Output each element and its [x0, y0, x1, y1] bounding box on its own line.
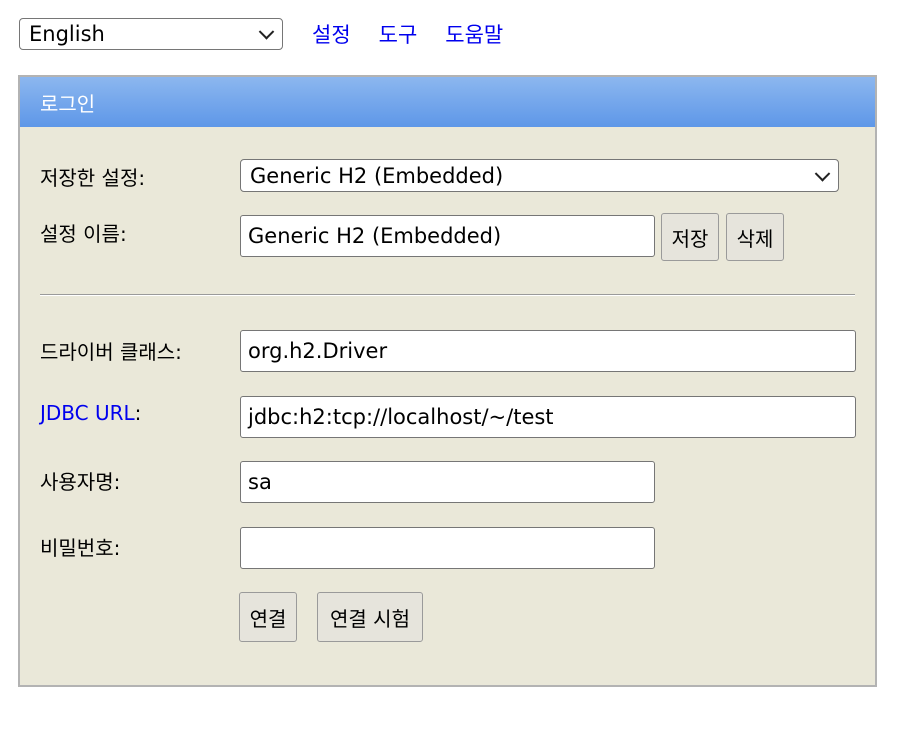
- driver-class-label: 드라이버 클래스:: [40, 340, 182, 364]
- jdbc-url-label-suffix: :: [134, 401, 142, 425]
- top-bar: English 설정 도구 도움말: [19, 16, 503, 52]
- setting-name-input[interactable]: Generic H2 (Embedded): [240, 215, 655, 257]
- delete-button[interactable]: 삭제: [726, 213, 784, 261]
- settings-link[interactable]: 설정: [312, 19, 351, 49]
- panel-title: 로그인: [20, 77, 875, 127]
- chevron-down-icon: [814, 165, 831, 182]
- password-label: 비밀번호:: [40, 536, 121, 560]
- setting-name-label: 설정 이름:: [40, 222, 127, 246]
- driver-class-input[interactable]: org.h2.Driver: [240, 330, 856, 372]
- login-panel: 로그인 저장한 설정: Generic H2 (Embedded) 설정 이름:…: [18, 75, 877, 687]
- saved-settings-label: 저장한 설정:: [40, 166, 146, 190]
- saved-settings-value: Generic H2 (Embedded): [250, 163, 504, 188]
- tools-link[interactable]: 도구: [379, 19, 418, 49]
- username-input[interactable]: sa: [240, 461, 655, 503]
- help-link[interactable]: 도움말: [445, 19, 503, 49]
- chevron-down-icon: [258, 24, 275, 40]
- saved-settings-select[interactable]: Generic H2 (Embedded): [240, 159, 839, 192]
- jdbc-url-link[interactable]: JDBC URL: [40, 401, 135, 425]
- jdbc-url-input[interactable]: jdbc:h2:tcp://localhost/~/test: [240, 396, 856, 438]
- test-connection-button[interactable]: 연결 시험: [317, 592, 423, 642]
- language-select-value: English: [29, 22, 105, 46]
- divider: [40, 294, 855, 296]
- password-input[interactable]: [240, 527, 655, 569]
- username-label: 사용자명:: [40, 470, 121, 494]
- language-select[interactable]: English: [19, 18, 283, 50]
- jdbc-url-label: JDBC URL:: [40, 401, 141, 425]
- save-button[interactable]: 저장: [661, 213, 719, 261]
- connect-button[interactable]: 연결: [239, 592, 297, 642]
